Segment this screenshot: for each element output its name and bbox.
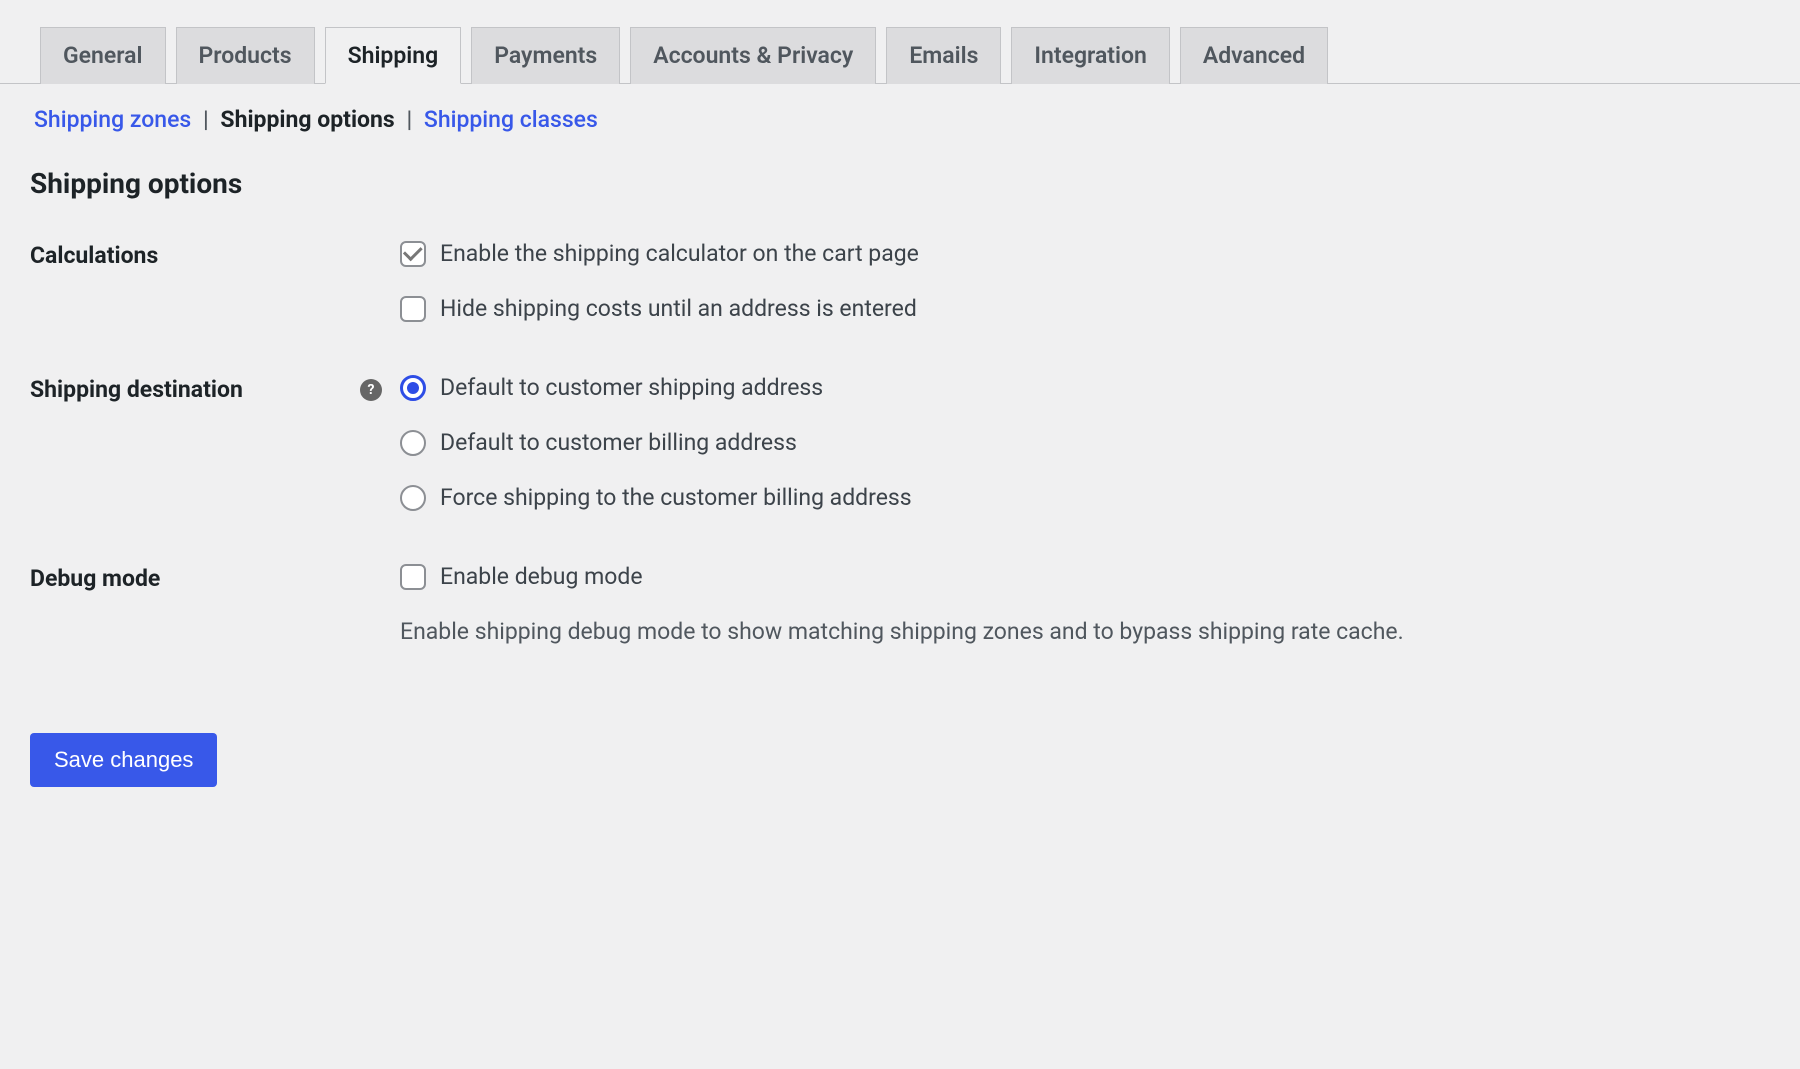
tab-accounts-privacy[interactable]: Accounts & Privacy <box>630 27 876 84</box>
radio-default-billing-address[interactable]: Default to customer billing address <box>400 429 1770 456</box>
shipping-subnav: Shipping zones | Shipping options | Ship… <box>30 84 1770 133</box>
checkbox-icon <box>400 241 426 267</box>
tab-shipping[interactable]: Shipping <box>325 27 462 84</box>
checkbox-enable-calculator[interactable]: Enable the shipping calculator on the ca… <box>400 240 1770 267</box>
subnav-separator: | <box>406 106 412 133</box>
checkbox-icon <box>400 296 426 322</box>
checkbox-enable-debug[interactable]: Enable debug mode <box>400 563 1770 590</box>
checkbox-hide-costs[interactable]: Hide shipping costs until an address is … <box>400 295 1770 322</box>
help-icon[interactable]: ? <box>360 379 382 401</box>
subnav-separator: | <box>203 106 209 133</box>
radio-label: Default to customer shipping address <box>440 374 823 401</box>
checkbox-icon <box>400 564 426 590</box>
section-title: Shipping options <box>30 167 1770 200</box>
radio-default-shipping-address[interactable]: Default to customer shipping address <box>400 374 1770 401</box>
tab-emails[interactable]: Emails <box>886 27 1001 84</box>
subnav-shipping-zones[interactable]: Shipping zones <box>34 106 191 133</box>
tab-advanced[interactable]: Advanced <box>1180 27 1328 84</box>
row-debug-mode: Debug mode Enable debug mode Enable ship… <box>30 563 1770 645</box>
checkbox-label: Enable debug mode <box>440 563 643 590</box>
tab-payments[interactable]: Payments <box>471 27 620 84</box>
checkbox-label: Hide shipping costs until an address is … <box>440 295 917 322</box>
tab-integration[interactable]: Integration <box>1011 27 1169 84</box>
label-calculations: Calculations <box>30 240 400 269</box>
label-debug-mode: Debug mode <box>30 563 400 592</box>
row-shipping-destination: Shipping destination ? Default to custom… <box>30 374 1770 511</box>
tab-general[interactable]: General <box>40 27 166 84</box>
subnav-shipping-classes[interactable]: Shipping classes <box>424 106 598 133</box>
debug-help-text: Enable shipping debug mode to show match… <box>400 618 1770 645</box>
radio-icon <box>400 430 426 456</box>
radio-icon <box>400 485 426 511</box>
radio-label: Force shipping to the customer billing a… <box>440 484 912 511</box>
label-shipping-destination: Shipping destination ? <box>30 374 400 403</box>
save-button[interactable]: Save changes <box>30 733 217 787</box>
tab-products[interactable]: Products <box>176 27 315 84</box>
radio-icon <box>400 375 426 401</box>
subnav-shipping-options[interactable]: Shipping options <box>220 106 394 133</box>
radio-force-billing-address[interactable]: Force shipping to the customer billing a… <box>400 484 1770 511</box>
settings-tabs: General Products Shipping Payments Accou… <box>0 0 1800 84</box>
row-calculations: Calculations Enable the shipping calcula… <box>30 240 1770 322</box>
checkbox-label: Enable the shipping calculator on the ca… <box>440 240 919 267</box>
radio-label: Default to customer billing address <box>440 429 797 456</box>
